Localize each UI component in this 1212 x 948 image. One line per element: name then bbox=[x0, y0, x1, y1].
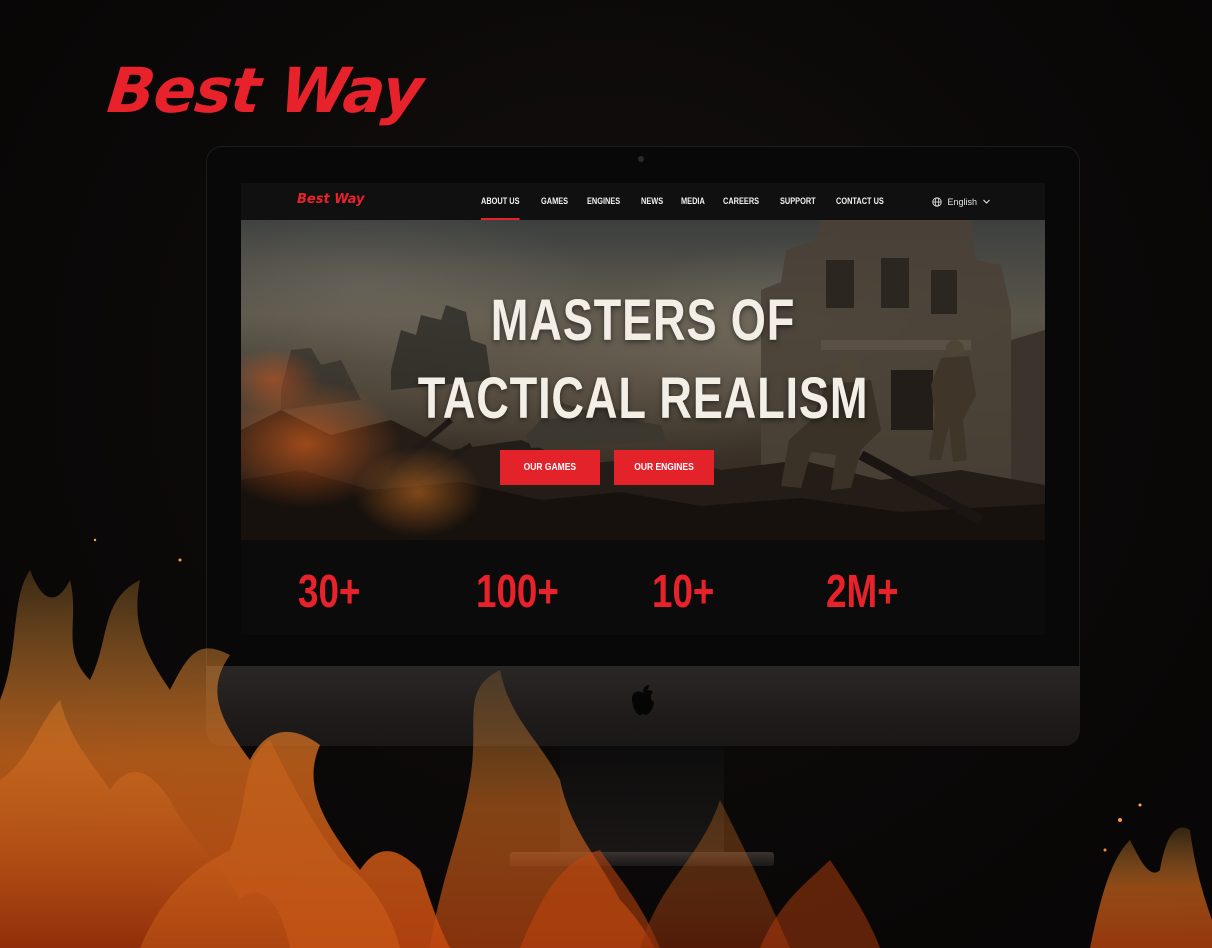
stat-value: 2M+ bbox=[826, 565, 899, 617]
monitor: Best Way ABOUT US GAMES ENGINES NEWS MED… bbox=[206, 146, 1080, 746]
brand-logo: Best Way bbox=[104, 54, 426, 127]
nav-item-engines[interactable]: ENGINES bbox=[587, 183, 620, 220]
language-selector[interactable]: English bbox=[932, 183, 991, 220]
presentation-stage: Best Way Best Way ABOUT US GAMES ENGINES… bbox=[0, 0, 1212, 948]
site-logo[interactable]: Best Way bbox=[297, 192, 365, 207]
apple-icon bbox=[632, 685, 654, 715]
nav-item-media[interactable]: MEDIA bbox=[681, 183, 705, 220]
chevron-down-icon bbox=[982, 197, 991, 206]
language-label: English bbox=[947, 196, 977, 207]
monitor-stand bbox=[560, 746, 724, 858]
stat-value: 100+ bbox=[476, 565, 559, 617]
stat-value: 10+ bbox=[652, 565, 715, 617]
hero-title: MASTERS OF TACTICAL REALISM bbox=[329, 282, 956, 438]
stat-value: 30+ bbox=[298, 565, 361, 617]
globe-icon bbox=[932, 196, 943, 207]
our-games-button[interactable]: OUR GAMES bbox=[500, 450, 600, 485]
hero-title-line-1: MASTERS OF bbox=[490, 288, 796, 353]
site-navbar: Best Way ABOUT US GAMES ENGINES NEWS MED… bbox=[241, 183, 1045, 221]
hero-buttons: OUR GAMES OUR ENGINES bbox=[500, 450, 714, 485]
stats-section: 30+ 100+ 10+ 2M+ bbox=[241, 540, 1045, 635]
nav-item-contact-us[interactable]: CONTACT US bbox=[836, 183, 884, 220]
website-screen: Best Way ABOUT US GAMES ENGINES NEWS MED… bbox=[241, 183, 1045, 635]
nav-links: ABOUT US GAMES ENGINES NEWS MEDIA CAREER… bbox=[481, 183, 894, 220]
camera-dot bbox=[638, 156, 644, 162]
hero-title-line-2: TACTICAL REALISM bbox=[417, 366, 869, 431]
nav-item-news[interactable]: NEWS bbox=[641, 183, 663, 220]
hero-section: MASTERS OF TACTICAL REALISM OUR GAMES OU… bbox=[241, 220, 1045, 540]
monitor-chin bbox=[206, 666, 1080, 746]
nav-item-support[interactable]: SUPPORT bbox=[780, 183, 816, 220]
our-engines-button[interactable]: OUR ENGINES bbox=[614, 450, 714, 485]
nav-item-about-us[interactable]: ABOUT US bbox=[481, 183, 520, 220]
nav-item-games[interactable]: GAMES bbox=[541, 183, 568, 220]
nav-item-careers[interactable]: CAREERS bbox=[723, 183, 759, 220]
monitor-stand-foot bbox=[510, 852, 774, 866]
